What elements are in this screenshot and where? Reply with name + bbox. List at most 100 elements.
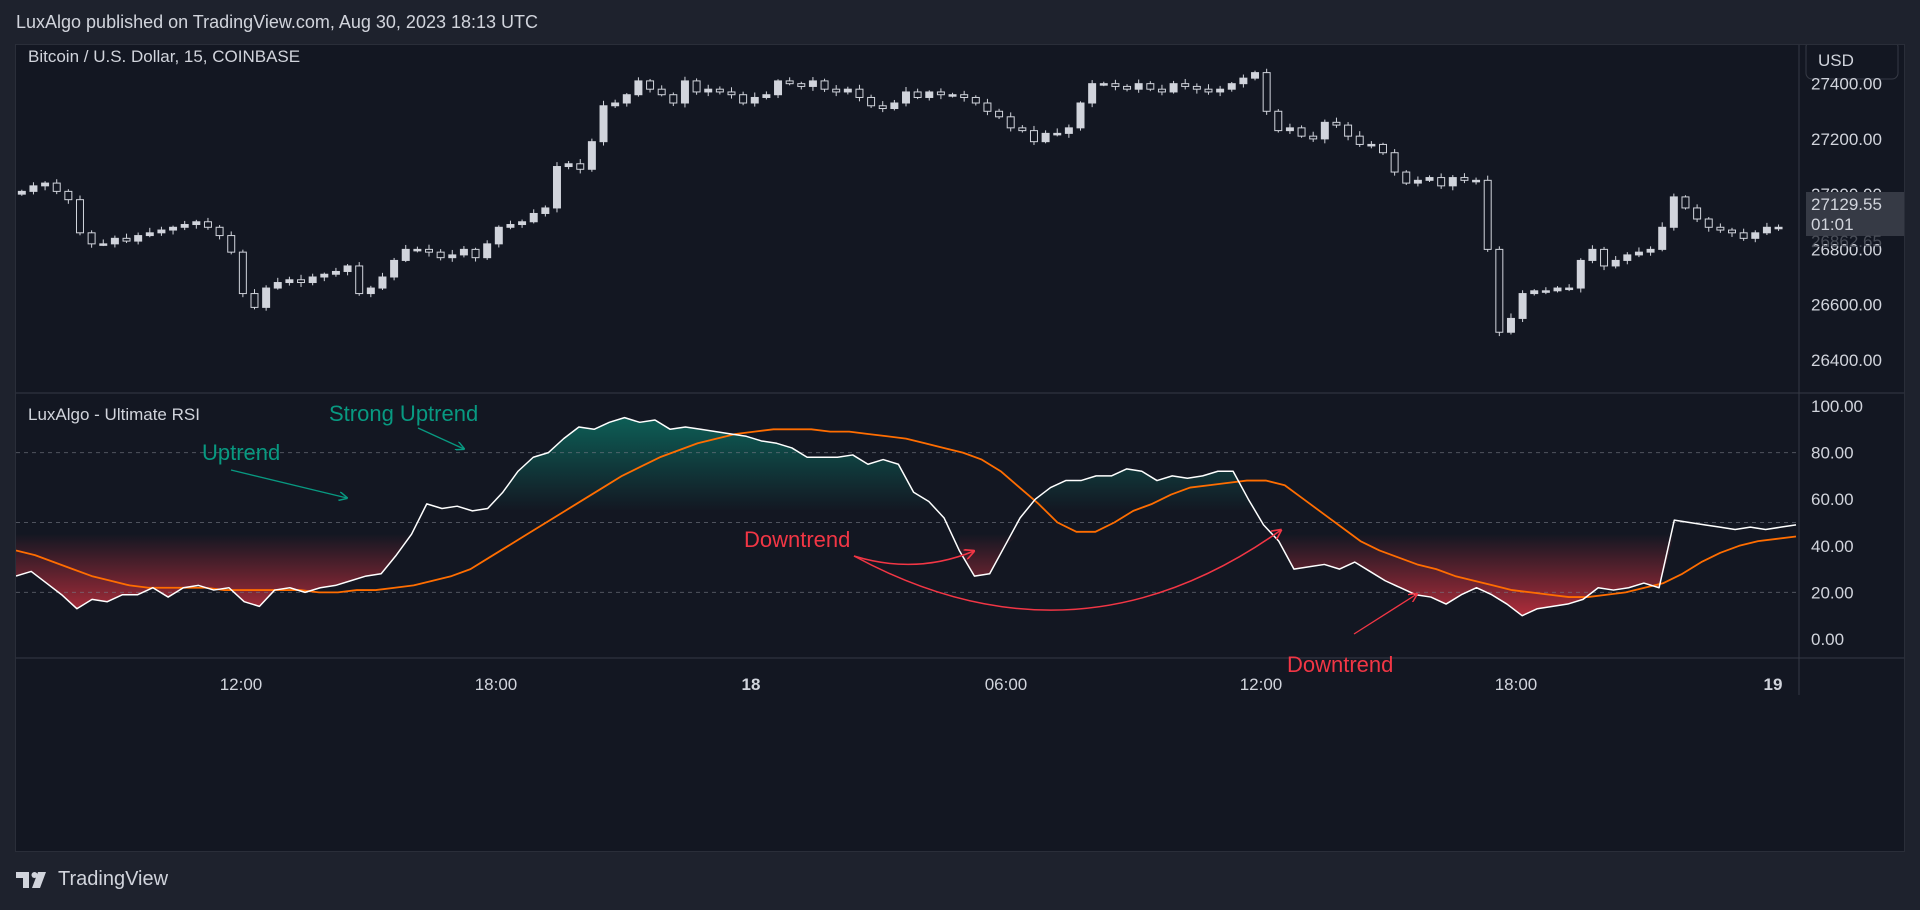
- candle-body: [1320, 121, 1329, 140]
- candle-body: [646, 80, 655, 90]
- candle-body: [622, 94, 631, 104]
- candle-body: [1402, 171, 1411, 184]
- candle-body: [99, 243, 108, 246]
- annotation-downtrend-2: Downtrend: [1287, 652, 1393, 677]
- candle-body: [390, 259, 399, 278]
- candle-body: [273, 282, 282, 289]
- candle-body: [1018, 127, 1027, 132]
- candle-body: [1634, 251, 1643, 256]
- candle-body: [331, 270, 340, 275]
- candle-body: [1064, 127, 1073, 134]
- candle-body: [797, 83, 806, 87]
- candle-body: [122, 237, 131, 242]
- candle-body: [366, 287, 375, 295]
- rsi-tick-label: 60.00: [1811, 490, 1854, 509]
- candle-body: [1611, 259, 1620, 267]
- candle-body: [180, 224, 189, 228]
- candle-body: [518, 221, 527, 226]
- candle-body: [890, 102, 899, 110]
- candle-body: [680, 80, 689, 104]
- candle-body: [1111, 83, 1120, 87]
- candle-body: [169, 226, 178, 231]
- candle-body: [913, 91, 922, 98]
- chart-svg[interactable]: Bitcoin / U.S. Dollar, 15, COINBASE LuxA…: [16, 45, 1905, 852]
- candle-body: [471, 248, 480, 259]
- candle-body: [1053, 132, 1062, 136]
- candle-body: [355, 265, 364, 295]
- rsi-tick-label: 100.00: [1811, 397, 1863, 416]
- candle-body: [1274, 110, 1283, 132]
- candle-body: [1472, 179, 1481, 183]
- candle-body: [425, 248, 433, 253]
- chart-frame[interactable]: Bitcoin / U.S. Dollar, 15, COINBASE LuxA…: [15, 44, 1905, 852]
- candle-body: [715, 88, 724, 93]
- candle-body: [1169, 83, 1178, 93]
- candle-body: [541, 207, 550, 214]
- time-tick-label: 12:00: [1240, 675, 1283, 694]
- tradingview-logo-icon: [16, 871, 46, 888]
- candle-body: [587, 141, 596, 170]
- candle-body: [552, 166, 561, 209]
- candle-body: [157, 229, 166, 234]
- price-tick-label: 26400.00: [1811, 351, 1882, 370]
- candle-body: [250, 293, 259, 308]
- time-tick-label: 12:00: [220, 675, 263, 694]
- candle-body: [1076, 102, 1085, 129]
- candle-body: [902, 91, 910, 104]
- rsi-tick-label: 0.00: [1811, 630, 1844, 649]
- candle-body: [564, 163, 573, 168]
- candle-body: [1227, 83, 1236, 90]
- candle-body: [215, 226, 224, 237]
- candle-body: [1123, 85, 1132, 90]
- candle-body: [192, 221, 201, 226]
- candle-body: [1623, 254, 1632, 261]
- candle-body: [1739, 232, 1748, 239]
- candle-body: [983, 102, 992, 112]
- candle-body: [576, 163, 585, 170]
- candle-body: [75, 199, 84, 234]
- candle-body: [855, 88, 864, 98]
- candle-body: [1437, 177, 1446, 187]
- candle-body: [611, 102, 620, 107]
- price-tick-label: 27400.00: [1811, 75, 1882, 94]
- candle-body: [1134, 83, 1143, 90]
- candle-body: [995, 110, 1004, 118]
- last-price-value: 27129.55: [1811, 195, 1882, 214]
- candle-body: [971, 96, 980, 104]
- candle-body: [1506, 317, 1515, 333]
- candle-body: [1344, 124, 1353, 137]
- candle-body: [1192, 85, 1201, 90]
- candle-body: [1588, 248, 1597, 261]
- candle-body: [1518, 293, 1527, 319]
- arrow-downtrend-2: [1353, 594, 1417, 635]
- candle-body: [1355, 135, 1364, 145]
- arrow-downtrend-short: [853, 551, 974, 566]
- arrow-uptrend: [230, 469, 347, 498]
- time-tick-label: 19: [1764, 675, 1783, 694]
- candle-body: [1448, 177, 1457, 187]
- candle-body: [1099, 83, 1108, 86]
- candle-body: [1204, 88, 1213, 93]
- candle-body: [634, 80, 643, 96]
- candle-body: [843, 88, 852, 93]
- candle-body: [1669, 196, 1678, 228]
- candle-body: [1774, 226, 1783, 230]
- candle-body: [1495, 248, 1504, 333]
- faded-price-label: 26862.65: [1811, 232, 1882, 251]
- candle-body: [320, 273, 329, 278]
- candle-body: [762, 94, 771, 98]
- candle-body: [925, 91, 934, 98]
- price-tick-label: 27200.00: [1811, 130, 1882, 149]
- rsi-tick-label: 40.00: [1811, 537, 1854, 556]
- candle-body: [413, 248, 422, 252]
- candle-body: [1600, 248, 1609, 267]
- candle-body: [1239, 77, 1248, 85]
- time-axis: 12:00 18:00 18 06:00 12:00 18:00 19: [220, 675, 1783, 694]
- candle-body: [87, 232, 96, 245]
- rsi-panel-title: LuxAlgo - Ultimate RSI: [28, 405, 200, 424]
- candle-body: [1146, 83, 1155, 90]
- candle-body: [1646, 248, 1655, 253]
- candle-body: [134, 235, 143, 242]
- candle-body: [41, 182, 50, 187]
- candle-body: [29, 185, 38, 192]
